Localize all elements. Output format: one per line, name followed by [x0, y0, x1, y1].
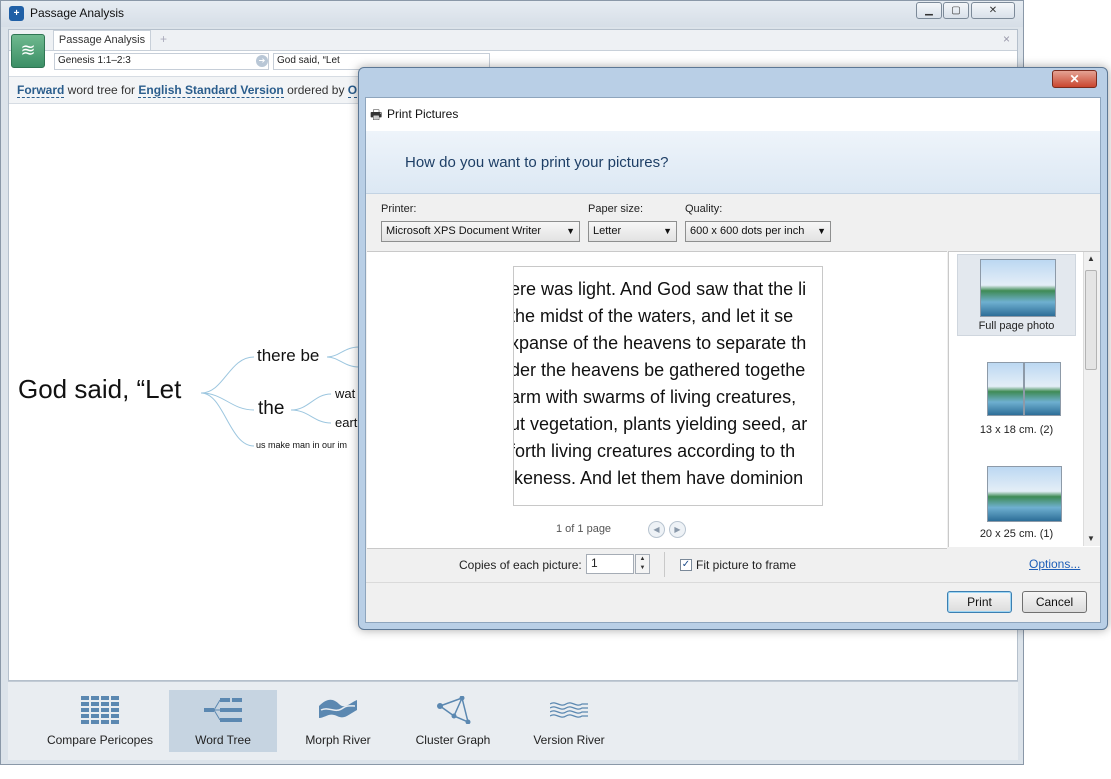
morph-river-icon [319, 699, 357, 718]
preview-line: the midst of the waters, and let it se [513, 306, 794, 326]
tool-compare-pericopes[interactable]: Compare Pericopes [46, 690, 154, 752]
landscape-thumbnail [987, 362, 1024, 416]
divider [664, 552, 665, 577]
layout-label: 13 x 18 cm. (2) [979, 424, 1054, 436]
dialog-title-row: 🖶 Print Pictures [366, 98, 1100, 131]
printer-icon: 🖶 [370, 107, 383, 122]
add-tab-icon[interactable]: + [160, 32, 167, 46]
close-tab-icon[interactable]: × [1003, 32, 1010, 46]
order-dropdown[interactable]: O [347, 83, 358, 98]
go-arrow-icon[interactable]: ➔ [256, 55, 268, 67]
printer-label: Printer: [381, 203, 417, 215]
preview-line: ikeness. And let them have dominion [513, 468, 804, 488]
copies-input[interactable]: 1 [586, 554, 634, 574]
copies-stepper[interactable]: ▲ ▼ [635, 554, 650, 574]
divider [366, 582, 1100, 583]
window-title: Passage Analysis [30, 6, 125, 20]
word-tree-node[interactable]: the [258, 398, 284, 420]
preview-line: ere was light. And God saw that the li [513, 279, 807, 299]
previous-page-button[interactable]: ◀ [648, 521, 665, 538]
chevron-down-icon: ▼ [566, 226, 575, 236]
version-dropdown[interactable]: English Standard Version [138, 83, 284, 98]
compare-pericopes-icon [81, 696, 119, 724]
copies-label: Copies of each picture: [459, 558, 582, 572]
tool-label: Word Tree [195, 733, 251, 747]
page-preview: ere was light. And God saw that the li t… [513, 266, 823, 506]
word-tree-root[interactable]: God said, “Let [18, 374, 181, 405]
layout-list: Full page photo 13 x 18 cm. (2) 20 x 25 … [948, 251, 1100, 547]
print-button[interactable]: Print [947, 591, 1012, 613]
page-count: 1 of 1 page [556, 523, 612, 535]
tool-version-river[interactable]: Version River [515, 690, 623, 752]
tool-label: Version River [533, 733, 605, 747]
dialog-body: 🖶 Print Pictures How do you want to prin… [365, 97, 1101, 623]
word-tree-node[interactable]: there be [257, 346, 319, 366]
layout-full-page-photo[interactable]: Full page photo [957, 254, 1076, 336]
fit-picture-checkbox[interactable]: ✓ [680, 559, 692, 571]
preview-line: der the heavens be gathered togethe [513, 360, 806, 380]
maximize-button[interactable]: ▢ [943, 2, 969, 19]
word-tree-icon [204, 698, 242, 722]
next-page-button[interactable]: ▶ [669, 521, 686, 538]
fit-picture-label: Fit picture to frame [696, 558, 797, 572]
landscape-thumbnail [980, 259, 1056, 317]
word-tree-node[interactable]: wat [335, 386, 355, 401]
version-river-icon [550, 702, 588, 718]
description-part: ordered by [283, 83, 348, 97]
quality-select[interactable]: 600 x 600 dots per inch ▼ [685, 221, 831, 242]
options-link[interactable]: Options... [1029, 557, 1080, 571]
preview-line: arm with swarms of living creatures, [513, 387, 797, 407]
cancel-button[interactable]: Cancel [1022, 591, 1087, 613]
print-preview-area: ere was light. And God saw that the li t… [367, 251, 947, 549]
direction-dropdown[interactable]: Forward [17, 83, 65, 98]
minimize-button[interactable]: ▁ [916, 2, 942, 19]
tool-cluster-graph[interactable]: Cluster Graph [399, 690, 507, 752]
reference-input[interactable]: Genesis 1:1–2:3 [54, 53, 269, 70]
printer-select[interactable]: Microsoft XPS Document Writer ▼ [381, 221, 580, 242]
word-tree-node[interactable]: us make man in our im [256, 440, 347, 450]
tool-label: Compare Pericopes [46, 733, 154, 747]
scroll-up-icon[interactable]: ▲ [1087, 254, 1095, 263]
dialog-header: How do you want to print your pictures? [366, 131, 1100, 194]
chevron-down-icon: ▼ [663, 226, 672, 236]
landscape-thumbnail [987, 466, 1062, 522]
layout-20x25[interactable]: 20 x 25 cm. (1) [957, 462, 1076, 544]
description-part: word tree for [64, 83, 139, 97]
dialog-question: How do you want to print your pictures? [405, 154, 669, 171]
paper-size-value: Letter [593, 225, 622, 237]
description-text: Forward word tree for English Standard V… [17, 83, 358, 98]
paper-size-label: Paper size: [588, 203, 644, 215]
paper-size-select[interactable]: Letter ▼ [588, 221, 677, 242]
layout-13x18[interactable]: 13 x 18 cm. (2) [957, 358, 1076, 440]
scroll-down-icon[interactable]: ▼ [1087, 534, 1095, 543]
logos-app-icon: + [9, 6, 24, 21]
print-pictures-dialog: ✕ 🖶 Print Pictures How do you want to pr… [358, 67, 1108, 630]
tab-passage-analysis[interactable]: Passage Analysis [53, 30, 151, 50]
printer-value: Microsoft XPS Document Writer [386, 225, 542, 237]
cluster-graph-icon [437, 696, 471, 724]
preview-line: forth living creatures according to th [513, 441, 796, 461]
panel-menu-button[interactable]: ≋ [11, 34, 45, 68]
dialog-title: Print Pictures [387, 107, 459, 121]
scrollbar-thumb[interactable] [1085, 270, 1097, 370]
chevron-down-icon: ▼ [817, 226, 826, 236]
dialog-close-button[interactable]: ✕ [1052, 70, 1097, 88]
word-tree-node[interactable]: eart [335, 415, 357, 430]
quality-label: Quality: [685, 203, 723, 215]
tool-label: Cluster Graph [415, 733, 491, 747]
preview-line: ut vegetation, plants yielding seed, ar [513, 414, 808, 434]
title-bar: + Passage Analysis ▁ ▢ ✕ [1, 1, 1023, 27]
tool-morph-river[interactable]: Morph River [284, 690, 392, 752]
analysis-tool-bar: Compare Pericopes Word Tree Morph River [8, 681, 1018, 760]
layout-label: Full page photo [978, 320, 1055, 332]
close-window-button[interactable]: ✕ [971, 2, 1015, 19]
preview-line: xpanse of the heavens to separate th [513, 333, 807, 353]
tool-word-tree[interactable]: Word Tree [169, 690, 277, 752]
layout-label: 20 x 25 cm. (1) [979, 528, 1054, 540]
tool-label: Morph River [305, 733, 371, 747]
quality-value: 600 x 600 dots per inch [690, 225, 805, 237]
landscape-thumbnail [1024, 362, 1061, 416]
